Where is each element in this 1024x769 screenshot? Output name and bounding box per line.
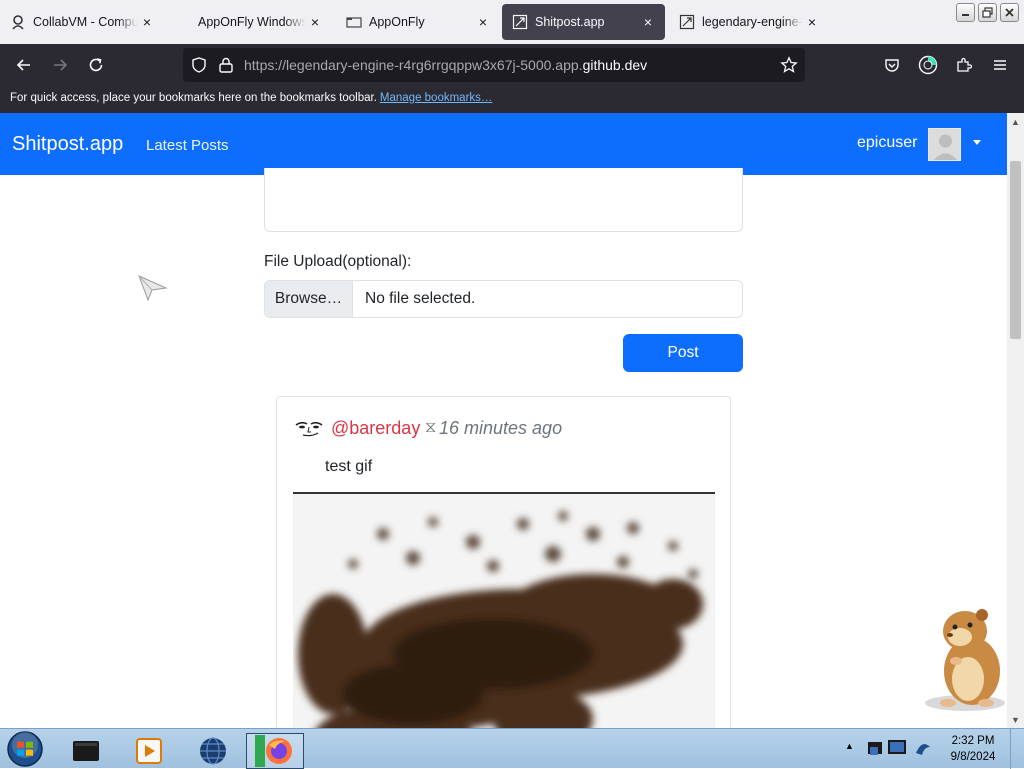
username[interactable]: epicuser [857,134,917,152]
tab-title: AppOnFly [369,15,425,29]
post-button[interactable]: Post [623,334,743,372]
tab-shitpost[interactable]: Shitpost.app × [502,4,665,40]
hamburger-menu-icon [994,60,1006,70]
show-desktop-button[interactable] [1010,729,1024,769]
page-viewport: Shitpost.app Latest Posts epicuser File … [0,113,1024,728]
post-card: @barerday ⧖ 16 minutes ago test gif [276,396,731,728]
close-tab-icon[interactable]: × [306,13,324,31]
pocket-button[interactable] [878,51,906,79]
extensions-button[interactable] [950,51,978,79]
file-upload-label: File Upload(optional): [264,253,412,270]
url-text[interactable]: https://legendary-engine-r4rg6rrgqppw3x6… [244,57,647,73]
clock-time: 2:32 PM [951,735,995,747]
bookmarks-message: For quick access, place your bookmarks h… [10,92,492,104]
bookmarks-hint: For quick access, place your bookmarks h… [10,92,377,104]
close-tab-icon[interactable]: × [474,13,492,31]
post-timestamp: 16 minutes ago [439,418,563,438]
taskbar-terminal[interactable] [58,733,116,769]
tab-collabvm[interactable]: CollabVM - Computer × [0,4,164,40]
tab-strip: CollabVM - Computer × AppOnFly Windows ×… [0,0,1024,44]
tab-title: AppOnFly Windows [198,15,306,29]
reload-button[interactable] [82,51,110,79]
forward-button[interactable] [46,51,74,79]
taskbar-clock[interactable]: 2:32 PM 9/8/2024 [940,733,1006,765]
scrollbar-thumb[interactable] [1010,161,1021,339]
start-button[interactable] [4,730,46,768]
scroll-down-icon[interactable]: ▼ [1007,711,1024,728]
pocket-icon [885,59,899,72]
browse-button[interactable]: Browse… [265,281,353,317]
post-textarea[interactable] [264,168,743,232]
reload-icon [89,58,103,72]
tray-icons[interactable] [866,737,936,763]
account-icon [918,55,938,75]
tab-title: CollabVM - Computer [33,15,138,29]
account-button[interactable] [914,51,942,79]
menu-button[interactable] [986,51,1014,79]
bookmark-star-icon[interactable] [780,56,798,74]
mouse-cursor-icon [138,275,168,301]
taskbar-pinned-apps [56,731,306,769]
file-upload-input[interactable]: Browse… No file selected. [264,280,743,318]
terminal-icon [73,741,99,761]
file-status: No file selected. [365,290,476,307]
post-body: test gif [325,458,373,475]
media-player-icon [136,738,162,764]
forward-arrow-icon [54,59,68,71]
user-menu-caret-icon[interactable] [973,140,981,145]
close-tab-icon[interactable]: × [138,13,156,31]
taskbar-firefox[interactable] [246,733,304,769]
latest-posts-link[interactable]: Latest Posts [146,137,229,154]
collabvm-icon [10,14,26,30]
taskbar-browser[interactable] [184,733,242,769]
url-bar[interactable]: https://legendary-engine-r4rg6rrgqppw3x6… [183,48,805,82]
url-domain: github.dev [582,57,648,73]
tab-legendary-engine[interactable]: legendary-engine-r4 × [669,4,829,40]
back-arrow-icon [16,59,30,71]
bookmarks-toolbar: For quick access, place your bookmarks h… [0,86,1024,113]
hourglass-icon: ⧖ [425,419,437,436]
firefox-icon [255,735,292,767]
close-tab-icon[interactable]: × [639,13,657,31]
restore-button[interactable] [978,3,997,22]
scroll-up-icon[interactable]: ▲ [1007,113,1024,130]
tab-title: legendary-engine-r4 [702,15,803,29]
user-avatar[interactable] [928,128,961,161]
site-navbar: Shitpost.app Latest Posts epicuser [0,113,1007,175]
taskbar-media-player[interactable] [120,733,178,769]
tab-apponfly[interactable]: AppOnFly × [336,4,500,40]
url-prefix: https://legendary-engine-r4rg6rrgqppw3x6… [244,57,583,73]
taskbar: ▲ 2:32 PM 9/8/2024 [0,728,1024,769]
puzzle-icon [957,57,973,72]
tray-expand-icon[interactable]: ▲ [845,741,854,751]
tab-title: Shitpost.app [535,15,605,29]
page-icon [679,14,695,30]
clock-date: 9/8/2024 [950,751,996,763]
apponfly-icon [346,14,362,30]
page-icon [512,14,528,30]
close-tab-icon[interactable]: × [803,13,821,31]
minimize-button[interactable] [956,3,975,22]
navigation-toolbar: https://legendary-engine-r4rg6rrgqppw3x6… [0,44,1024,86]
site-brand[interactable]: Shitpost.app [12,133,123,156]
post-gif-image [293,492,715,728]
close-window-button[interactable] [1000,3,1019,22]
back-button[interactable] [10,51,38,79]
lock-icon[interactable] [218,56,234,74]
post-author-link[interactable]: @barerday [331,418,420,439]
author-avatar [295,421,323,437]
manage-bookmarks-link[interactable]: Manage bookmarks… [380,92,493,104]
hamster-mascot-icon [925,609,1005,711]
shield-icon[interactable] [190,56,208,74]
globe-icon [200,737,226,765]
tab-apponfly-windows[interactable]: AppOnFly Windows × [172,4,332,40]
windows-start-orb-icon [7,731,43,767]
